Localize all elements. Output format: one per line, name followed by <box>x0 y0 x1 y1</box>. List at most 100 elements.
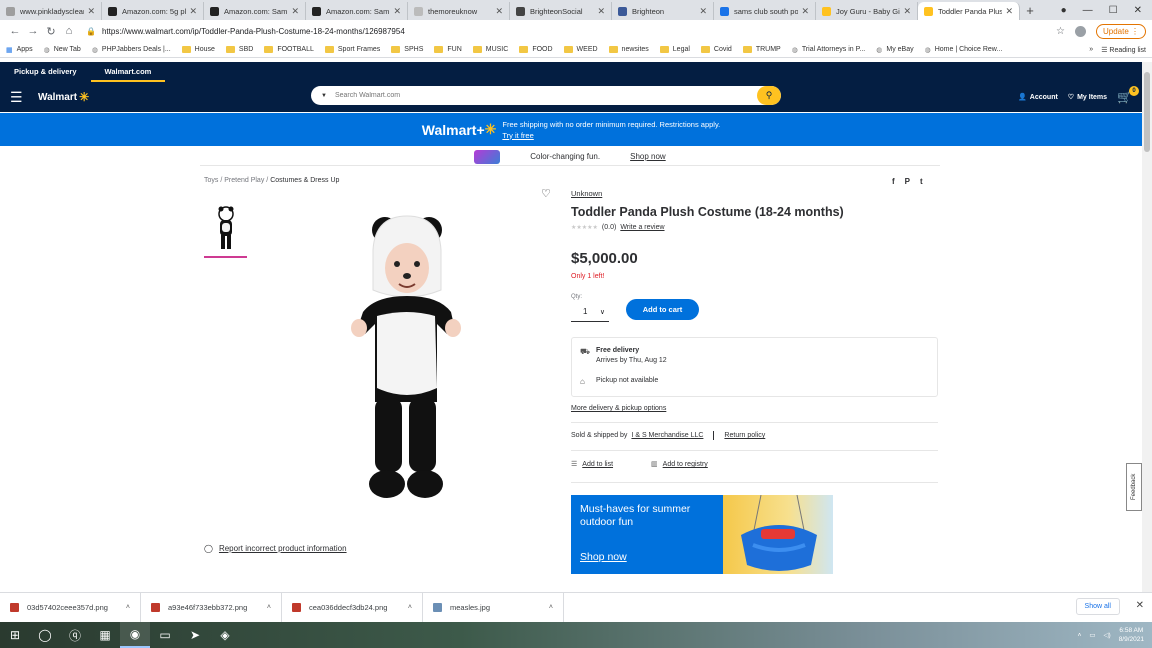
tab-close-icon[interactable]: ✕ <box>291 6 299 17</box>
brand-link[interactable]: Unknown <box>571 189 602 198</box>
try-it-free-link[interactable]: Try it free <box>502 130 720 141</box>
clock[interactable]: 6:58 AM 8/9/2021 <box>1119 626 1144 644</box>
bookmark-item[interactable]: ◍ Home | Choice Rew... <box>925 46 1003 54</box>
bookmark-item[interactable]: SBD <box>225 46 253 54</box>
scrollbar-thumb[interactable] <box>1144 72 1150 152</box>
browser-tab[interactable]: Amazon.com: Sam ✕ <box>204 2 306 20</box>
show-all-downloads-button[interactable]: Show all <box>1075 598 1120 615</box>
search-input[interactable] <box>334 92 757 99</box>
chevron-up-icon[interactable]: ˄ <box>126 604 130 611</box>
browser-tab[interactable]: Toddler Panda Plus ✕ <box>918 2 1020 20</box>
tab-close-icon[interactable]: ✕ <box>495 6 503 17</box>
browser-tab[interactable]: Joy Guru - Baby Gi ✕ <box>816 2 918 20</box>
tab-close-icon[interactable]: ✕ <box>189 6 197 17</box>
cart-button[interactable]: 🛒 0 <box>1117 86 1139 104</box>
facebook-icon[interactable]: f <box>892 177 895 186</box>
add-to-registry-button[interactable]: ▥ Add to registry <box>651 460 708 468</box>
minimize-icon[interactable]: — <box>1083 5 1093 16</box>
browser-tab[interactable]: sams club south po ✕ <box>714 2 816 20</box>
bookmarks-overflow-icon[interactable]: » <box>1089 46 1093 53</box>
bookmark-item[interactable]: ◍ My eBay <box>876 46 913 54</box>
walmart-plus-banner[interactable]: Walmart+ ✳ Free shipping with no order mi… <box>0 113 1142 146</box>
download-item[interactable]: measles.jpg ˄ <box>423 592 564 623</box>
bookmark-item[interactable]: Legal <box>659 46 690 54</box>
close-downloads-icon[interactable]: ✕ <box>1136 600 1144 611</box>
chevron-up-icon[interactable]: ˄ <box>267 604 271 611</box>
app-icon[interactable]: ▦ <box>90 622 120 648</box>
download-item[interactable]: 03d57402ceee357d.png ˄ <box>0 592 141 623</box>
forward-icon[interactable]: → <box>24 25 42 37</box>
my-items-button[interactable]: ♡ My Items <box>1068 93 1107 102</box>
more-delivery-options-link[interactable]: More delivery & pickup options <box>571 405 666 412</box>
report-product-info[interactable]: ◯ Report incorrect product information <box>204 544 347 553</box>
report-link[interactable]: Report incorrect product information <box>219 544 347 553</box>
product-image[interactable] <box>345 212 465 502</box>
chevron-up-icon[interactable]: ˄ <box>549 604 553 611</box>
walmart-logo[interactable]: Walmart ✳ <box>38 90 89 104</box>
seller-link[interactable]: I & S Merchandise LLC <box>631 432 703 439</box>
network-icon[interactable]: ▭ <box>1089 631 1095 639</box>
account-button[interactable]: 👤 Account <box>1018 93 1058 102</box>
browser-tab[interactable]: www.pinkladyscleaners✕ <box>0 2 102 20</box>
bookmark-item[interactable]: Sport Frames <box>324 46 380 54</box>
tab-close-icon[interactable]: ✕ <box>801 6 809 17</box>
profile-avatar[interactable] <box>1074 25 1086 37</box>
qb-app-icon[interactable]: ⓠ <box>60 622 90 648</box>
feedback-tab[interactable]: Feedback <box>1126 463 1142 511</box>
browser-tab[interactable]: themoreuknow ✕ <box>408 2 510 20</box>
download-item[interactable]: cea036ddecf3db24.png ˄ <box>282 592 423 623</box>
bookmark-item[interactable]: newsites <box>608 46 649 54</box>
telegram-icon[interactable]: ➤ <box>180 622 210 648</box>
download-item[interactable]: a93e46f733ebb372.png ˄ <box>141 592 282 623</box>
delivery-row[interactable]: ⛟ Free delivery Arrives by Thu, Aug 12 <box>580 347 667 364</box>
tab-close-icon[interactable]: ✕ <box>699 6 707 17</box>
bookmark-item[interactable]: ◍ New Tab <box>44 46 81 54</box>
browser-tab[interactable]: Amazon.com: 5g pl ✕ <box>102 2 204 20</box>
browser-tab[interactable]: BrighteonSocial ✕ <box>510 2 612 20</box>
bookmark-item[interactable]: TRUMP <box>742 46 781 54</box>
update-button[interactable]: Update ⋮ <box>1095 23 1146 39</box>
save-heart-icon[interactable]: ♡ <box>541 187 551 200</box>
pinterest-icon[interactable]: P <box>905 177 910 186</box>
tab-close-icon[interactable]: ✕ <box>903 6 911 17</box>
back-icon[interactable]: ← <box>6 25 24 37</box>
volume-icon[interactable]: ◁) <box>1104 631 1111 639</box>
tab-close-icon[interactable]: ✕ <box>597 6 605 17</box>
subpromo-shop-now-link[interactable]: Shop now <box>630 152 666 161</box>
chrome-icon[interactable]: ◉ <box>120 622 150 648</box>
bookmark-item[interactable]: FUN <box>434 46 462 54</box>
bookmark-item[interactable]: ▦ Apps <box>6 46 33 54</box>
quantity-select[interactable]: 1 ∨ <box>571 302 609 322</box>
summer-ad-banner[interactable]: Must-haves for summer outdoor fun Shop n… <box>571 495 833 574</box>
twitter-icon[interactable]: t <box>920 177 923 186</box>
cortana-icon[interactable]: ◯ <box>30 622 60 648</box>
bookmark-item[interactable]: ◍ PHPJabbers Deals |... <box>92 46 171 54</box>
windows-start-icon[interactable]: ⊞ <box>0 622 30 648</box>
breadcrumb-costumes[interactable]: Costumes & Dress Up <box>270 177 339 184</box>
address-bar[interactable]: 🔒 https://www.walmart.com/ip/Toddler-Pan… <box>86 23 1046 39</box>
ad-shop-now-link[interactable]: Shop now <box>580 551 627 563</box>
nav-walmart-com[interactable]: Walmart.com <box>90 62 166 82</box>
maximize-icon[interactable]: ☐ <box>1109 5 1118 16</box>
home-icon[interactable]: ⌂ <box>60 25 78 37</box>
nav-pickup-delivery[interactable]: Pickup & delivery <box>0 62 91 82</box>
return-policy-link[interactable]: Return policy <box>724 432 765 439</box>
breadcrumb-pretend-play[interactable]: Pretend Play <box>224 177 264 184</box>
tab-search-icon[interactable]: ● <box>1061 5 1067 16</box>
file-explorer-icon[interactable]: ▭ <box>150 622 180 648</box>
page-scrollbar[interactable] <box>1142 62 1152 592</box>
menu-icon[interactable]: ☰ <box>10 89 26 106</box>
add-to-cart-button[interactable]: Add to cart <box>626 299 699 320</box>
chevron-up-icon[interactable]: ˄ <box>408 604 412 611</box>
tab-close-icon[interactable]: ✕ <box>393 6 401 17</box>
reload-icon[interactable]: ↻ <box>42 25 60 38</box>
tray-chevron-icon[interactable]: ˄ <box>1078 632 1082 639</box>
search-button[interactable]: ⚲ <box>757 86 781 105</box>
bookmark-item[interactable]: House <box>181 46 215 54</box>
bookmark-item[interactable]: WEED <box>563 46 598 54</box>
browser-tab[interactable]: Amazon.com: Sam ✕ <box>306 2 408 20</box>
new-tab-button[interactable]: + <box>1020 2 1040 20</box>
lock-icon[interactable]: 🔒 <box>86 27 96 36</box>
tab-close-icon[interactable]: ✕ <box>87 6 95 17</box>
bookmark-item[interactable]: FOOD <box>519 46 553 54</box>
